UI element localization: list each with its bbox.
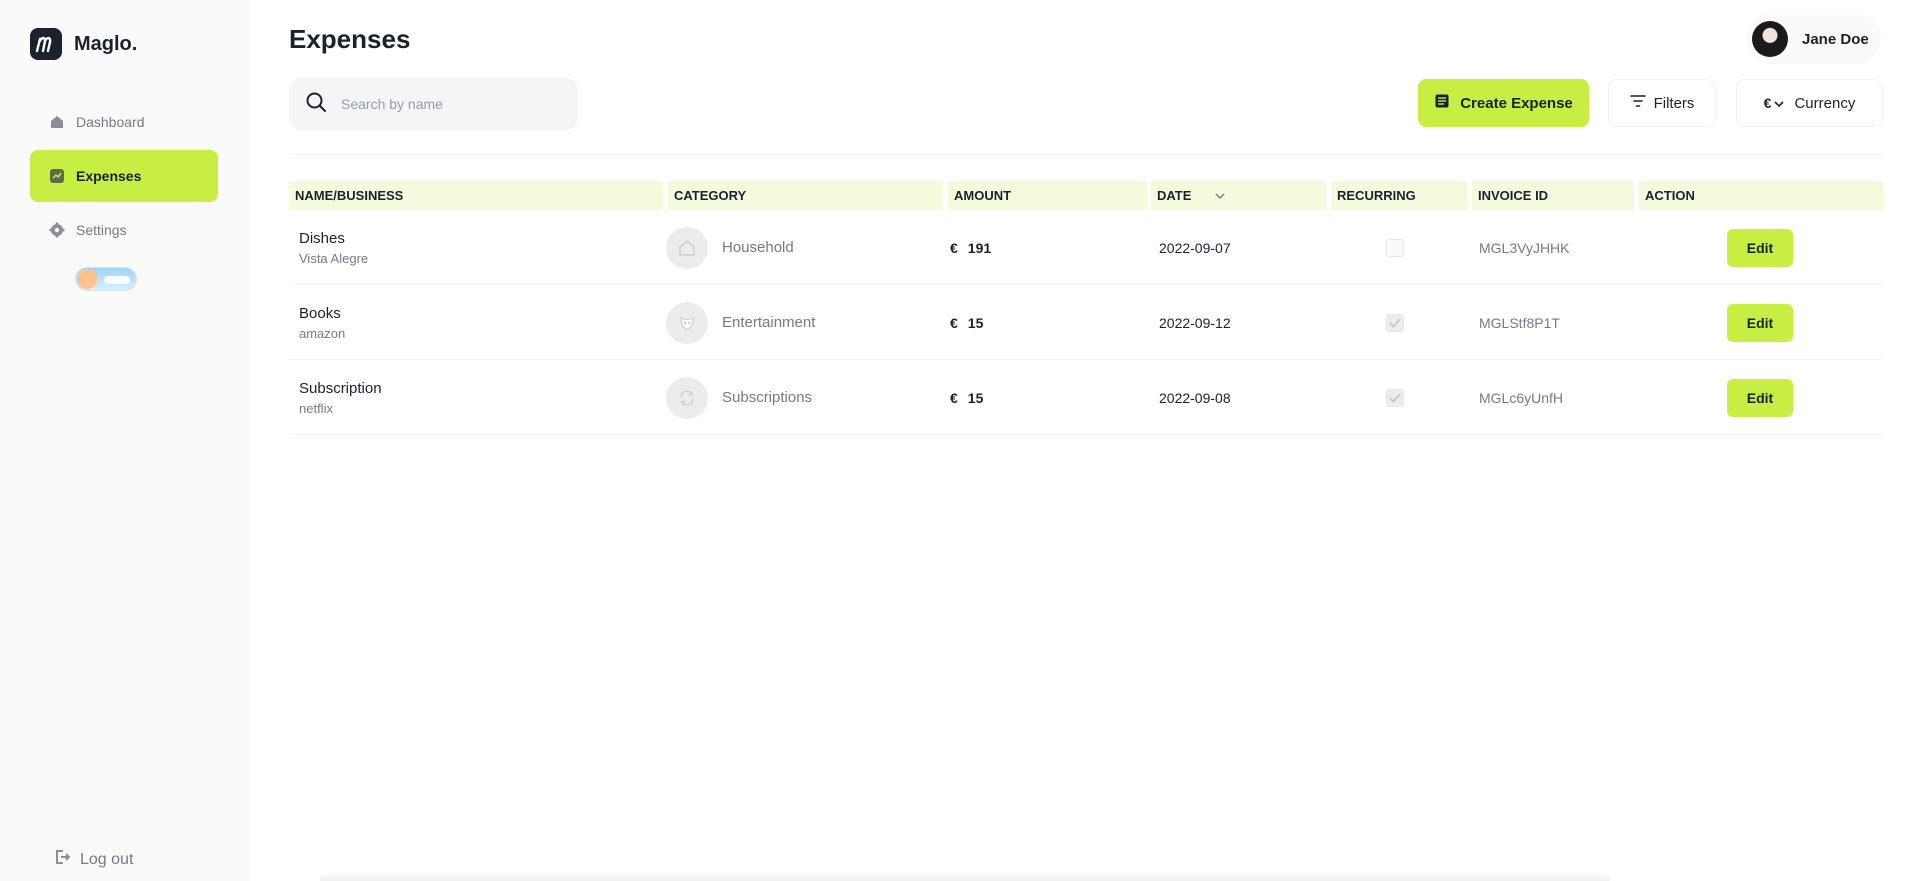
divider [289,154,1883,155]
expense-name: Dishes [299,229,345,247]
table-header: NAME/BUSINESS CATEGORY AMOUNT DATE RECUR… [0,181,1915,210]
logout-label: Log out [80,850,134,868]
sidebar-item-settings[interactable]: Settings [30,204,218,256]
currency-symbol: € [950,239,958,256]
category-cell: Subscriptions [666,360,812,435]
category-cell: Household [666,210,794,285]
date-cell: 2022-09-07 [1159,239,1231,256]
action-cell: Edit [1727,285,1793,360]
category-label: Subscriptions [722,389,813,406]
column-header-category: CATEGORY [668,181,943,210]
sidebar: Maglo. Dashboard Expenses Settings Log o… [0,0,250,881]
logout-button[interactable]: Log out [54,849,133,870]
chevron-down-icon [1774,95,1785,112]
filters-button[interactable]: Filters [1608,79,1716,127]
gear-icon [48,221,66,239]
search-box [289,78,578,130]
currency-button[interactable]: € Currency [1736,79,1883,127]
expense-name: Subscription [299,379,382,397]
currency-selector[interactable]: € [1764,95,1785,112]
category-label: Household [722,239,794,256]
theme-toggle[interactable] [75,267,137,291]
expense-name: Books [299,304,341,322]
amount-cell: € 15 [950,285,983,360]
checkmark-icon [1389,317,1401,328]
household-icon [666,226,708,269]
table-row: Dishes Vista Alegre Household € 191 2022… [289,210,1883,285]
table-row: Subscription netflix Subscriptions € 15 … [289,360,1883,435]
document-icon [1434,93,1450,113]
logo-icon [30,28,62,60]
avatar [1752,21,1788,57]
amount-value: 15 [967,389,984,406]
column-header-action: ACTION [1639,181,1883,210]
recurring-checkbox[interactable] [1386,313,1404,332]
cloud-icon [104,276,130,284]
date-cell: 2022-09-08 [1159,389,1231,406]
search-input[interactable] [341,96,541,112]
repeat-icon [666,376,708,419]
invoice-id-cell: MGLc6yUnfH [1479,389,1564,406]
amount-value: 191 [967,239,992,256]
name-cell: Books amazon [299,285,345,360]
action-cell: Edit [1727,210,1793,285]
column-header-recurring: RECURRING [1331,181,1467,210]
checkmark-icon [1389,392,1401,403]
create-expense-button[interactable]: Create Expense [1418,79,1589,127]
app-name: Maglo. [74,32,138,55]
user-menu[interactable]: Jane Doe [1746,14,1881,64]
column-header-date[interactable]: DATE [1151,181,1326,210]
column-header-name: NAME/BUSINESS [289,181,663,210]
name-cell: Subscription netflix [299,360,382,435]
sort-chevron-icon [1215,188,1225,203]
column-header-invoice-id: INVOICE ID [1472,181,1634,210]
create-expense-label: Create Expense [1460,94,1573,112]
recurring-checkbox[interactable] [1386,238,1404,257]
sidebar-item-label: Settings [76,222,127,238]
column-header-date-label: DATE [1157,188,1192,203]
amount-cell: € 15 [950,360,983,435]
currency-symbol: € [1763,95,1772,111]
invoice-id-cell: MGLStf8P1T [1479,314,1560,331]
currency-symbol: € [950,389,958,406]
amount-cell: € 191 [950,210,991,285]
category-label: Entertainment [722,314,816,331]
currency-label: Currency [1794,94,1856,112]
user-name: Jane Doe [1802,30,1869,48]
sidebar-item-label: Dashboard [76,114,145,130]
name-cell: Dishes Vista Alegre [299,210,368,285]
invoice-id-cell: MGL3VyJHHK [1479,239,1570,256]
edit-button[interactable]: Edit [1727,378,1793,417]
entertainment-icon [666,301,708,344]
column-header-amount: AMOUNT [948,181,1147,210]
business-name: netflix [299,400,333,416]
filter-icon [1629,94,1646,112]
filters-label: Filters [1653,94,1695,112]
amount-value: 15 [967,314,984,331]
recurring-cell [1386,285,1404,360]
date-cell: 2022-09-12 [1159,314,1231,331]
bottom-panel-edge [320,872,1610,881]
edit-button[interactable]: Edit [1727,303,1793,342]
table-row: Books amazon Entertainment € 15 2022-09-… [289,285,1883,360]
edit-button[interactable]: Edit [1727,228,1793,267]
sidebar-item-dashboard[interactable]: Dashboard [30,96,218,148]
action-cell: Edit [1727,360,1793,435]
recurring-cell [1386,210,1404,285]
currency-symbol: € [950,314,958,331]
sun-icon [77,269,97,289]
recurring-cell [1386,360,1404,435]
page-title: Expenses [289,24,411,54]
search-icon [305,91,327,118]
category-cell: Entertainment [666,285,815,360]
app-logo[interactable]: Maglo. [30,28,137,60]
logout-icon [54,849,71,870]
recurring-checkbox[interactable] [1386,388,1404,407]
home-icon [48,113,66,131]
business-name: Vista Alegre [299,250,369,266]
business-name: amazon [299,325,346,341]
sidebar-nav: Dashboard Expenses Settings [30,96,218,258]
